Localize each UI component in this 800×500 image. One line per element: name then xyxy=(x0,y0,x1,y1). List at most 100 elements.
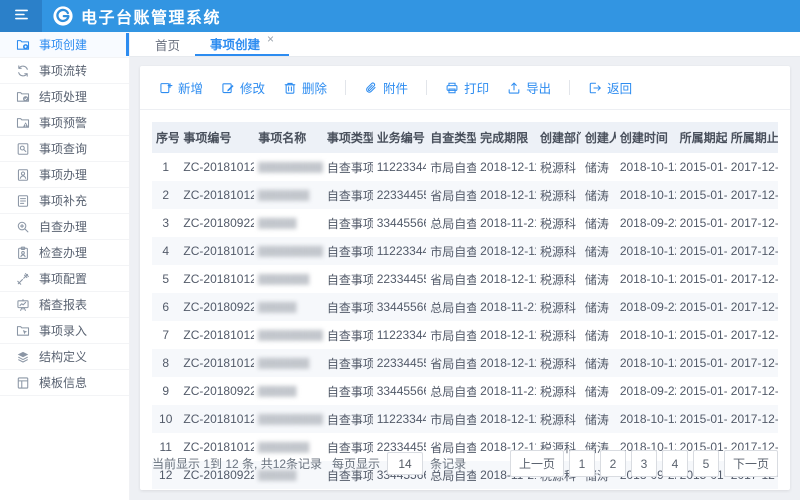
page-5-button[interactable]: 5 xyxy=(693,450,719,477)
page-3-button[interactable]: 3 xyxy=(631,450,657,477)
cell-item-no: ZC-2018092233 xyxy=(179,209,254,237)
table-row[interactable]: 2ZC-2018101222████████自查事项22334455省局自查20… xyxy=(152,181,778,209)
main-area: 首页事项创建× 新增修改删除附件打印导出返回 序号事项编号事项名称事项类型业务编… xyxy=(130,32,800,500)
app-body: 事项创建事项流转结项处理事项预警事项查询事项办理事项补充自查办理检查办理事项配置… xyxy=(0,32,800,500)
cell-seq: 3 xyxy=(152,209,179,237)
sidebar-item-structure-define[interactable]: 结构定义 xyxy=(0,344,129,370)
cell-item-type: 自查事项 xyxy=(323,181,373,209)
cell-item-name: ██████ xyxy=(254,209,323,237)
cell-period-end: 2017-12-31 xyxy=(727,209,778,237)
cell-biz-no: 11223344 xyxy=(373,237,427,265)
cell-period-start: 2015-01-01 xyxy=(676,293,727,321)
export-icon xyxy=(507,81,521,95)
cell-creator: 储涛 xyxy=(581,181,616,209)
flow-icon xyxy=(16,64,30,78)
cell-create-dept: 税源科 xyxy=(536,377,581,405)
cell-seq: 9 xyxy=(152,377,179,405)
tab-label: 首页 xyxy=(155,35,180,54)
app-brand: 电子台账管理系统 xyxy=(42,0,221,32)
sidebar-item-item-entry[interactable]: 事项录入 xyxy=(0,318,129,344)
cell-create-dept: 税源科 xyxy=(536,265,581,293)
cell-item-no: ZC-2018092233 xyxy=(179,293,254,321)
back-button[interactable]: 返回 xyxy=(579,74,641,101)
sidebar-item-label: 事项创建 xyxy=(39,36,87,53)
cell-create-dept: 税源科 xyxy=(536,349,581,377)
table-row[interactable]: 5ZC-2018101222████████自查事项22334455省局自查20… xyxy=(152,265,778,293)
sidebar-item-item-flow[interactable]: 事项流转 xyxy=(0,58,129,84)
column-header-item-type: 事项类型 xyxy=(323,122,373,153)
next-page-button[interactable]: 下一页 xyxy=(724,450,778,477)
sidebar-item-inspect-handle[interactable]: 检查办理 xyxy=(0,240,129,266)
cell-create-dept: 税源科 xyxy=(536,237,581,265)
column-header-item-name: 事项名称 xyxy=(254,122,323,153)
sidebar-item-item-config[interactable]: 事项配置 xyxy=(0,266,129,292)
print-button[interactable]: 打印 xyxy=(436,74,498,101)
add-button[interactable]: 新增 xyxy=(150,74,212,101)
sidebar-item-item-close[interactable]: 结项处理 xyxy=(0,84,129,110)
delete-button[interactable]: 删除 xyxy=(274,74,336,101)
sidebar-item-template-info[interactable]: 模板信息 xyxy=(0,370,129,396)
column-header-period-start: 所属期起 xyxy=(676,122,727,153)
cell-period-end: 2017-12-31 xyxy=(727,349,778,377)
sidebar-item-item-create[interactable]: 事项创建 xyxy=(0,32,129,58)
edit-button[interactable]: 修改 xyxy=(212,74,274,101)
table-row[interactable]: 7ZC-2018101211███████████自查事项11223344市局自… xyxy=(152,321,778,349)
sidebar-item-label: 模板信息 xyxy=(39,374,87,391)
cell-create-time: 2018-09-22 xyxy=(616,377,676,405)
cell-item-type: 自查事项 xyxy=(323,265,373,293)
sidebar-item-item-handle[interactable]: 事项办理 xyxy=(0,162,129,188)
folder-plus-icon xyxy=(16,38,30,52)
attach-button[interactable]: 附件 xyxy=(355,74,417,101)
sidebar-item-item-warning[interactable]: 事项预警 xyxy=(0,110,129,136)
sidebar-item-item-query[interactable]: 事项查询 xyxy=(0,136,129,162)
tab-home[interactable]: 首页 xyxy=(140,32,195,56)
table-row[interactable]: 6ZC-2018092233██████自查事项33445566总局自查2018… xyxy=(152,293,778,321)
cell-item-name: ███████████ xyxy=(254,321,323,349)
tab-close-icon[interactable]: × xyxy=(267,32,274,46)
cell-deadline: 2018-12-11 xyxy=(476,405,536,433)
page-2-button[interactable]: 2 xyxy=(600,450,626,477)
prev-page-button[interactable]: 上一页 xyxy=(510,450,564,477)
cell-period-start: 2015-01-01 xyxy=(676,377,727,405)
cell-seq: 6 xyxy=(152,293,179,321)
cell-item-name: ███████████ xyxy=(254,405,323,433)
cell-creator: 储涛 xyxy=(581,377,616,405)
tab-item-create[interactable]: 事项创建× xyxy=(195,32,289,56)
print-icon xyxy=(445,81,459,95)
cell-period-start: 2015-01-01 xyxy=(676,209,727,237)
page-4-button[interactable]: 4 xyxy=(662,450,688,477)
export-button[interactable]: 导出 xyxy=(498,74,560,101)
cell-creator: 储涛 xyxy=(581,265,616,293)
per-page-input[interactable] xyxy=(387,452,423,475)
sidebar-item-self-check[interactable]: 自查办理 xyxy=(0,214,129,240)
cell-create-dept: 税源科 xyxy=(536,293,581,321)
cell-seq: 4 xyxy=(152,237,179,265)
table-row[interactable]: 3ZC-2018092233██████自查事项33445566总局自查2018… xyxy=(152,209,778,237)
cell-self-check-type: 省局自查 xyxy=(426,181,476,209)
table-row[interactable]: 4ZC-2018101211███████████自查事项11223344市局自… xyxy=(152,237,778,265)
cell-deadline: 2018-12-11 xyxy=(476,181,536,209)
cell-item-name: ███████████ xyxy=(254,153,323,181)
table-row[interactable]: 8ZC-2018101222████████自查事项22334455省局自查20… xyxy=(152,349,778,377)
app-title: 电子台账管理系统 xyxy=(81,4,221,28)
cell-create-dept: 税源科 xyxy=(536,405,581,433)
cell-item-no: ZC-2018101222 xyxy=(179,265,254,293)
cell-self-check-type: 市局自查 xyxy=(426,153,476,181)
column-header-seq: 序号 xyxy=(152,122,179,153)
sidebar-item-audit-report[interactable]: 稽查报表 xyxy=(0,292,129,318)
page-1-button[interactable]: 1 xyxy=(569,450,595,477)
table-row[interactable]: 9ZC-2018092233██████自查事项33445566总局自查2018… xyxy=(152,377,778,405)
table-row[interactable]: 1ZC-2018101211███████████自查事项11223344市局自… xyxy=(152,153,778,181)
sidebar-item-label: 事项配置 xyxy=(39,270,87,287)
sidebar-item-item-supplement[interactable]: 事项补充 xyxy=(0,188,129,214)
button-label: 附件 xyxy=(383,78,408,97)
cell-biz-no: 11223344 xyxy=(373,321,427,349)
sidebar-item-label: 自查办理 xyxy=(39,218,87,235)
template-icon xyxy=(16,376,30,390)
cell-self-check-type: 市局自查 xyxy=(426,237,476,265)
table-row[interactable]: 10ZC-2018101211███████████自查事项11223344市局… xyxy=(152,405,778,433)
menu-toggle-button[interactable] xyxy=(0,0,42,32)
cell-self-check-type: 市局自查 xyxy=(426,405,476,433)
cell-create-dept: 税源科 xyxy=(536,209,581,237)
cell-self-check-type: 总局自查 xyxy=(426,293,476,321)
